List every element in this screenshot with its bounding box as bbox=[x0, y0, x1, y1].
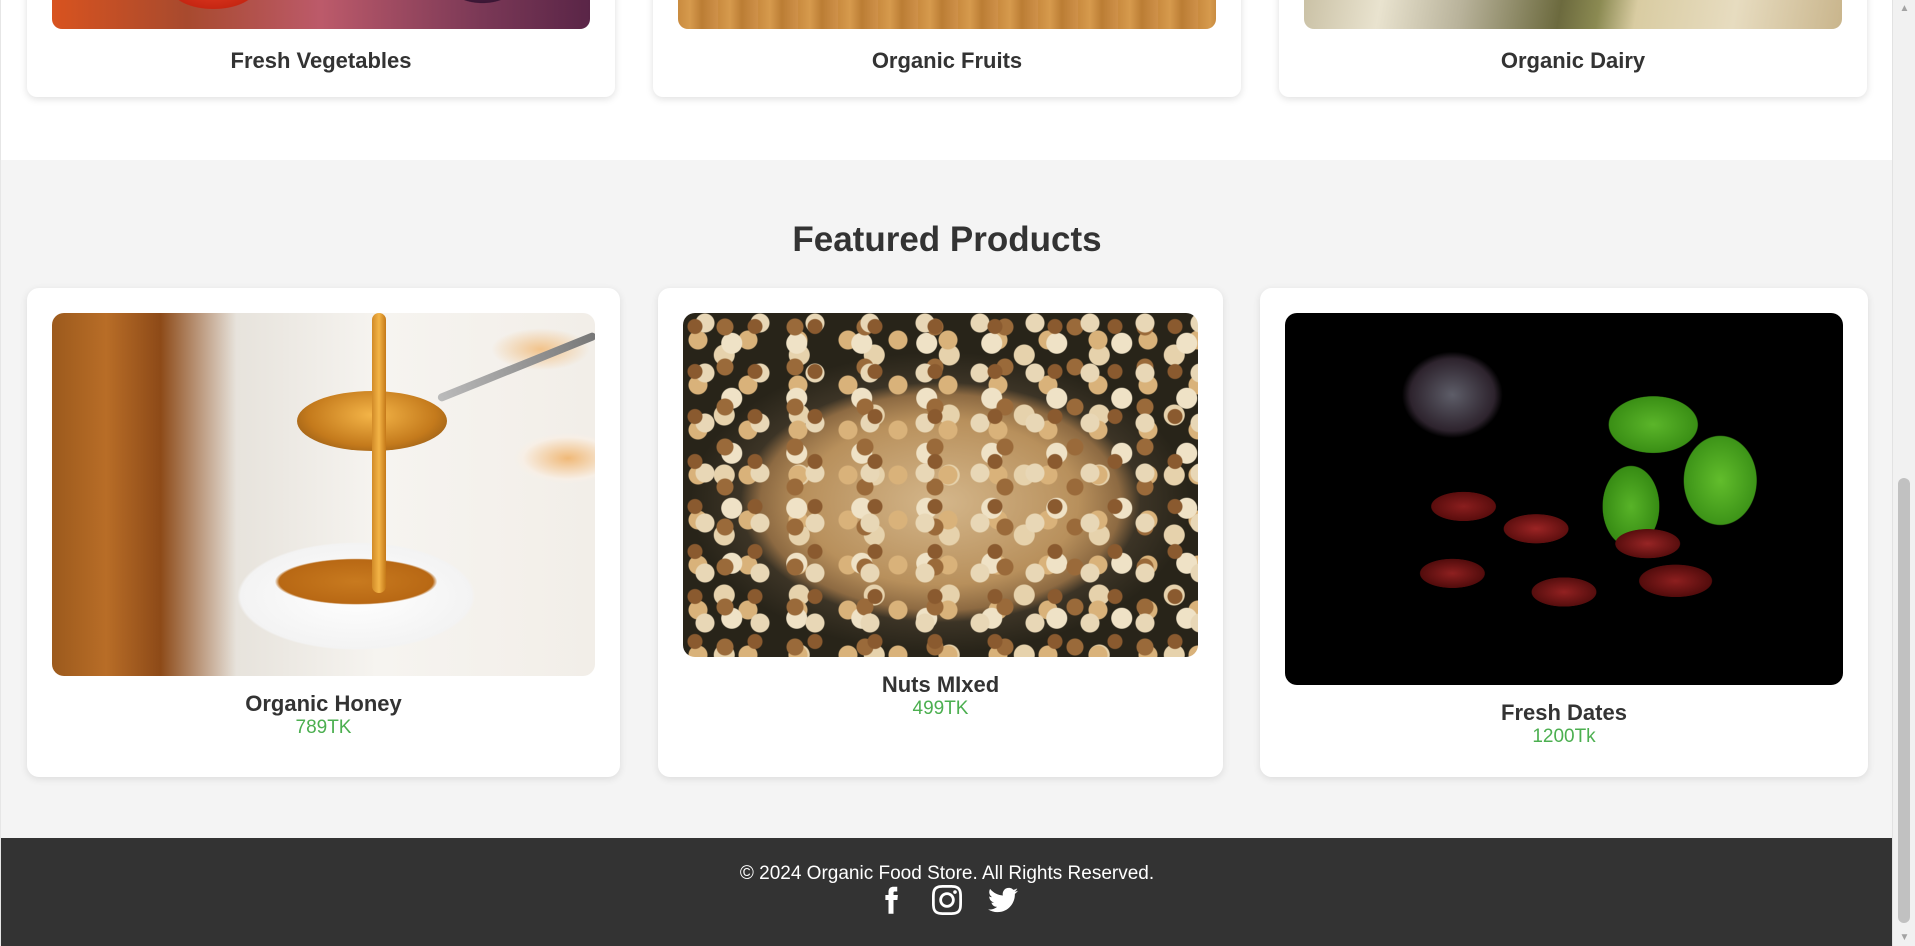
spoon-handle bbox=[436, 331, 595, 403]
product-image-nuts bbox=[683, 313, 1198, 657]
social-links bbox=[1, 885, 1892, 915]
scrollbar-thumb[interactable] bbox=[1898, 478, 1910, 923]
product-name: Fresh Dates bbox=[1501, 700, 1627, 725]
category-image-vegetables bbox=[52, 0, 590, 29]
vertical-scrollbar[interactable]: ▲ ▼ bbox=[1892, 0, 1915, 946]
product-card-dates[interactable]: Fresh Dates 1200Tk bbox=[1260, 288, 1868, 777]
page: Fresh Vegetables Organic Fruits Organic … bbox=[0, 0, 1892, 946]
honey-drip bbox=[372, 313, 386, 593]
product-price: 1200Tk bbox=[1532, 726, 1596, 747]
product-price: 789TK bbox=[295, 717, 352, 738]
facebook-icon[interactable] bbox=[876, 885, 906, 915]
scroll-up-arrow-icon[interactable]: ▲ bbox=[1893, 0, 1915, 17]
instagram-icon[interactable] bbox=[932, 885, 962, 915]
category-image-fruits bbox=[678, 0, 1216, 29]
section-title: Featured Products bbox=[792, 220, 1102, 259]
product-name: Nuts MIxed bbox=[881, 672, 1000, 697]
footer-copyright: © 2024 Organic Food Store. All Rights Re… bbox=[739, 863, 1155, 884]
category-title: Fresh Vegetables bbox=[230, 48, 412, 73]
categories-section: Fresh Vegetables Organic Fruits Organic … bbox=[1, 0, 1892, 160]
category-card-vegetables[interactable]: Fresh Vegetables bbox=[27, 0, 615, 97]
category-title: Organic Dairy bbox=[1500, 48, 1646, 73]
product-price: 499TK bbox=[912, 698, 969, 719]
product-image-dates bbox=[1285, 313, 1843, 685]
category-image-dairy bbox=[1304, 0, 1842, 29]
twitter-icon[interactable] bbox=[988, 885, 1018, 915]
category-title: Organic Fruits bbox=[871, 48, 1023, 73]
category-card-dairy[interactable]: Organic Dairy bbox=[1279, 0, 1867, 97]
product-name: Organic Honey bbox=[245, 691, 402, 716]
category-card-fruits[interactable]: Organic Fruits bbox=[653, 0, 1241, 97]
product-card-honey[interactable]: Organic Honey 789TK bbox=[27, 288, 620, 777]
featured-products-section: Featured Products Organic Honey 789TK Nu… bbox=[1, 160, 1892, 838]
scroll-down-arrow-icon[interactable]: ▼ bbox=[1893, 929, 1915, 946]
product-image-honey bbox=[52, 313, 595, 676]
footer: © 2024 Organic Food Store. All Rights Re… bbox=[1, 838, 1892, 946]
product-card-nuts[interactable]: Nuts MIxed 499TK bbox=[658, 288, 1223, 777]
